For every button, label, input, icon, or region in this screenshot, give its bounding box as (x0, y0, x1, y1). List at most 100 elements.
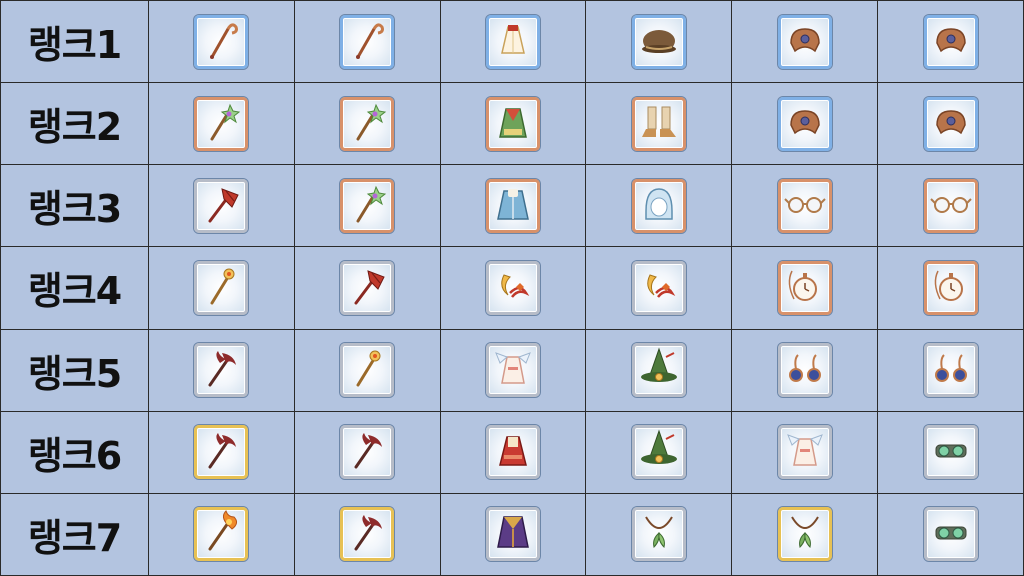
equipment-slot[interactable] (440, 329, 586, 411)
equipment-slot[interactable] (440, 411, 586, 493)
equipment-slot[interactable] (440, 83, 586, 165)
equipment-slot[interactable] (149, 329, 294, 411)
item-frame-blue (486, 14, 541, 69)
trident-spear-icon (344, 263, 390, 313)
equipment-slot[interactable] (732, 493, 878, 575)
equipment-slot[interactable] (440, 1, 586, 83)
equipment-slot[interactable] (732, 411, 878, 493)
item-frame-silver (631, 260, 686, 315)
equipment-slot[interactable] (294, 247, 440, 329)
witch-hat-icon (636, 345, 682, 395)
golden-scepter-icon (198, 263, 244, 313)
rank-label-cell: 랭크2 (1, 83, 148, 165)
item-frame-copper (923, 260, 978, 315)
equipment-rank-table: 랭크1 랭크2 랭크3 랭크4 랭크5 랭크6 랭크7 (0, 0, 1024, 576)
equipment-slot[interactable] (294, 165, 440, 247)
equipment-slot[interactable] (586, 1, 732, 83)
item-frame-blue (631, 14, 686, 69)
glasses-icon (928, 181, 974, 231)
equipment-slot[interactable] (878, 493, 1023, 575)
boots-icon (636, 99, 682, 149)
rank-label: 랭크2 (27, 105, 122, 150)
equipment-slot[interactable] (878, 411, 1023, 493)
item-frame-silver (486, 260, 541, 315)
equipment-slot[interactable] (586, 247, 732, 329)
item-frame-copper (923, 178, 978, 233)
crook-staff-icon (198, 17, 244, 67)
equipment-slot[interactable] (440, 493, 586, 575)
trident-spear-icon (198, 181, 244, 231)
equipment-slot[interactable] (294, 329, 440, 411)
item-frame-silver (923, 425, 978, 480)
item-frame-copper (340, 178, 395, 233)
item-frame-silver (777, 425, 832, 480)
item-frame-silver (486, 425, 541, 480)
star-wand-icon (344, 99, 390, 149)
item-frame-silver (923, 343, 978, 398)
dress-icon (490, 17, 536, 67)
equipment-slot[interactable] (878, 329, 1023, 411)
equipment-slot[interactable] (294, 493, 440, 575)
winged-dress-icon (782, 427, 828, 477)
equipment-slot[interactable] (586, 83, 732, 165)
item-frame-gold (194, 507, 249, 562)
moon-charm-icon (636, 263, 682, 313)
item-frame-silver (194, 178, 249, 233)
equipment-slot[interactable] (586, 411, 732, 493)
item-frame-silver (486, 343, 541, 398)
dark-staff-icon (198, 427, 244, 477)
item-frame-copper (777, 260, 832, 315)
equipment-slot[interactable] (294, 411, 440, 493)
flame-staff-icon (198, 509, 244, 559)
equipment-slot[interactable] (878, 1, 1023, 83)
bracelet-icon (928, 99, 974, 149)
equipment-slot[interactable] (878, 83, 1023, 165)
equipment-slot[interactable] (440, 165, 586, 247)
dark-staff-icon (344, 509, 390, 559)
equipment-slot[interactable] (732, 83, 878, 165)
rank-label: 랭크3 (27, 187, 122, 232)
equipment-slot[interactable] (586, 493, 732, 575)
item-frame-gold (777, 507, 832, 562)
leaf-necklace-icon (782, 509, 828, 559)
equipment-slot[interactable] (149, 165, 294, 247)
equipment-slot[interactable] (586, 329, 732, 411)
item-frame-silver (631, 425, 686, 480)
equipment-slot[interactable] (878, 247, 1023, 329)
earrings-icon (782, 345, 828, 395)
star-wand-icon (344, 181, 390, 231)
equipment-slot[interactable] (732, 247, 878, 329)
bracelet-icon (782, 99, 828, 149)
equipment-slot[interactable] (294, 83, 440, 165)
equipment-slot[interactable] (149, 1, 294, 83)
equipment-slot[interactable] (294, 1, 440, 83)
equipment-slot[interactable] (732, 329, 878, 411)
equipment-slot[interactable] (149, 411, 294, 493)
rank-label-cell: 랭크1 (1, 1, 148, 83)
red-dress-icon (490, 427, 536, 477)
equipment-slot[interactable] (149, 83, 294, 165)
item-frame-copper (340, 96, 395, 151)
item-frame-copper (631, 178, 686, 233)
leaf-necklace-icon (636, 509, 682, 559)
pocket-watch-icon (782, 263, 828, 313)
item-frame-silver (631, 507, 686, 562)
equipment-slot[interactable] (149, 247, 294, 329)
equipment-slot[interactable] (732, 1, 878, 83)
glasses-icon (782, 181, 828, 231)
item-frame-silver (340, 425, 395, 480)
item-frame-copper (631, 96, 686, 151)
item-frame-silver (194, 260, 249, 315)
equipment-slot[interactable] (440, 247, 586, 329)
witch-hat-icon (636, 427, 682, 477)
equipment-slot[interactable] (878, 165, 1023, 247)
item-frame-copper (486, 96, 541, 151)
equipment-slot[interactable] (149, 493, 294, 575)
bracelet-icon (928, 17, 974, 67)
hood-icon (636, 181, 682, 231)
item-frame-silver (923, 507, 978, 562)
equipment-slot[interactable] (586, 165, 732, 247)
item-frame-silver (340, 260, 395, 315)
rank-label-cell: 랭크4 (1, 247, 148, 329)
equipment-slot[interactable] (732, 165, 878, 247)
